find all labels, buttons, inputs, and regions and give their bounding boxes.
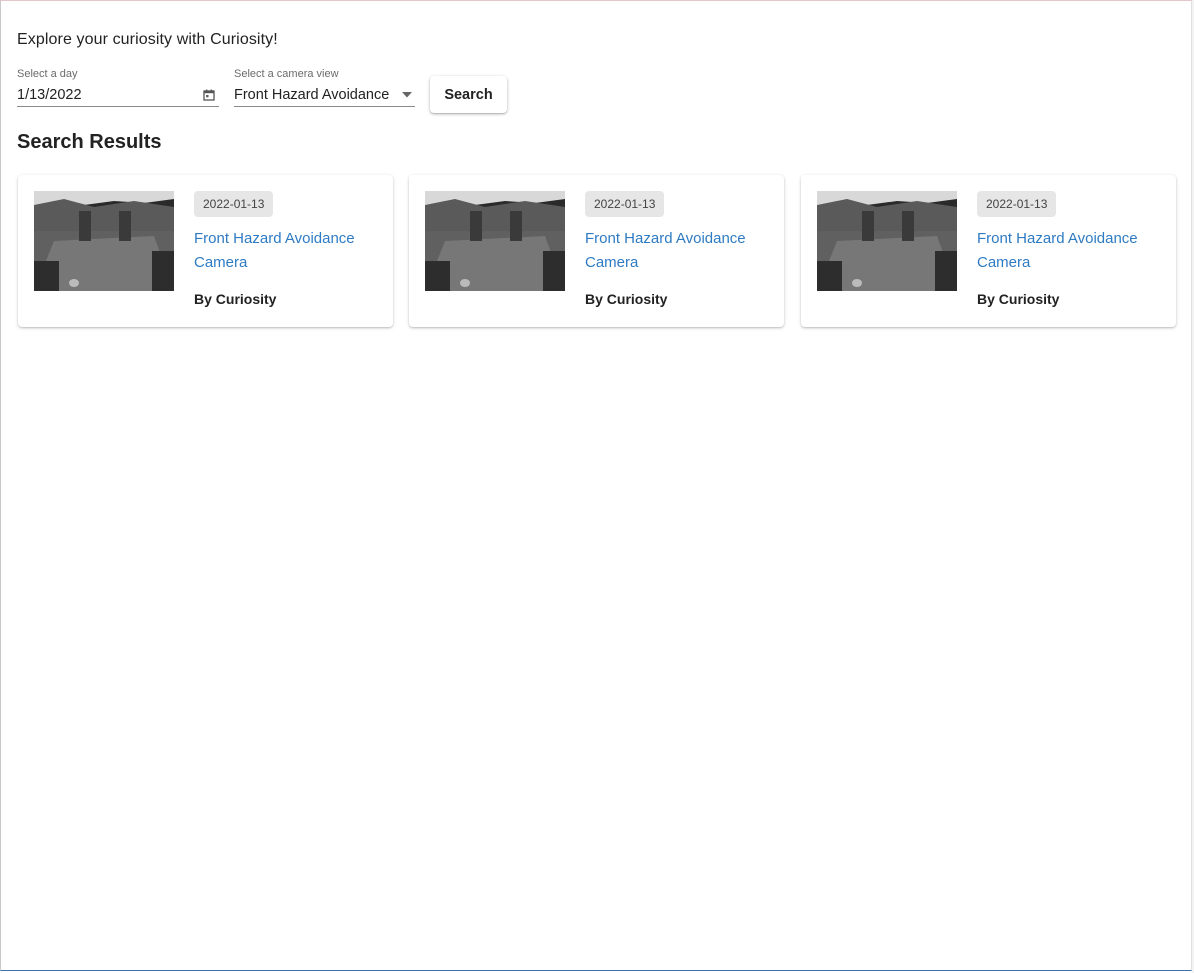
date-picker-field[interactable]: Select a day 1/13/2022 bbox=[17, 67, 219, 107]
search-button[interactable]: Search bbox=[430, 76, 507, 113]
result-card: 2022-01-13 Front Hazard Avoidance Camera… bbox=[409, 175, 784, 327]
rover-photo-thumbnail[interactable] bbox=[817, 191, 957, 291]
results-list: 2022-01-13 Front Hazard Avoidance Camera… bbox=[18, 175, 1176, 327]
date-chip: 2022-01-13 bbox=[585, 191, 665, 217]
camera-name-link[interactable]: Front Hazard Avoidance Camera bbox=[585, 227, 770, 275]
date-input[interactable]: 1/13/2022 bbox=[17, 83, 219, 107]
calendar-icon[interactable] bbox=[202, 88, 216, 102]
search-results-heading: Search Results bbox=[17, 131, 162, 153]
rover-photo-thumbnail[interactable] bbox=[34, 191, 174, 291]
camera-select-field[interactable]: Select a camera view Front Hazard Avoida… bbox=[234, 67, 415, 107]
date-picker-label: Select a day bbox=[17, 68, 78, 80]
date-value: 1/13/2022 bbox=[17, 86, 82, 103]
caret-down-icon[interactable] bbox=[402, 91, 412, 98]
rover-byline: By Curiosity bbox=[194, 291, 277, 307]
rover-byline: By Curiosity bbox=[585, 291, 668, 307]
camera-select-label: Select a camera view bbox=[234, 68, 339, 80]
rover-byline: By Curiosity bbox=[977, 291, 1060, 307]
page-headline: Explore your curiosity with Curiosity! bbox=[17, 31, 278, 48]
date-chip: 2022-01-13 bbox=[194, 191, 274, 217]
camera-select[interactable]: Front Hazard Avoidance bbox=[234, 83, 415, 107]
camera-name-link[interactable]: Front Hazard Avoidance Camera bbox=[977, 227, 1162, 275]
camera-name-link[interactable]: Front Hazard Avoidance Camera bbox=[194, 227, 379, 275]
app-window: Explore your curiosity with Curiosity! S… bbox=[0, 0, 1192, 971]
camera-select-value: Front Hazard Avoidance bbox=[234, 86, 390, 103]
date-chip: 2022-01-13 bbox=[977, 191, 1057, 217]
result-card: 2022-01-13 Front Hazard Avoidance Camera… bbox=[18, 175, 393, 327]
result-card: 2022-01-13 Front Hazard Avoidance Camera… bbox=[801, 175, 1176, 327]
rover-photo-thumbnail[interactable] bbox=[425, 191, 565, 291]
